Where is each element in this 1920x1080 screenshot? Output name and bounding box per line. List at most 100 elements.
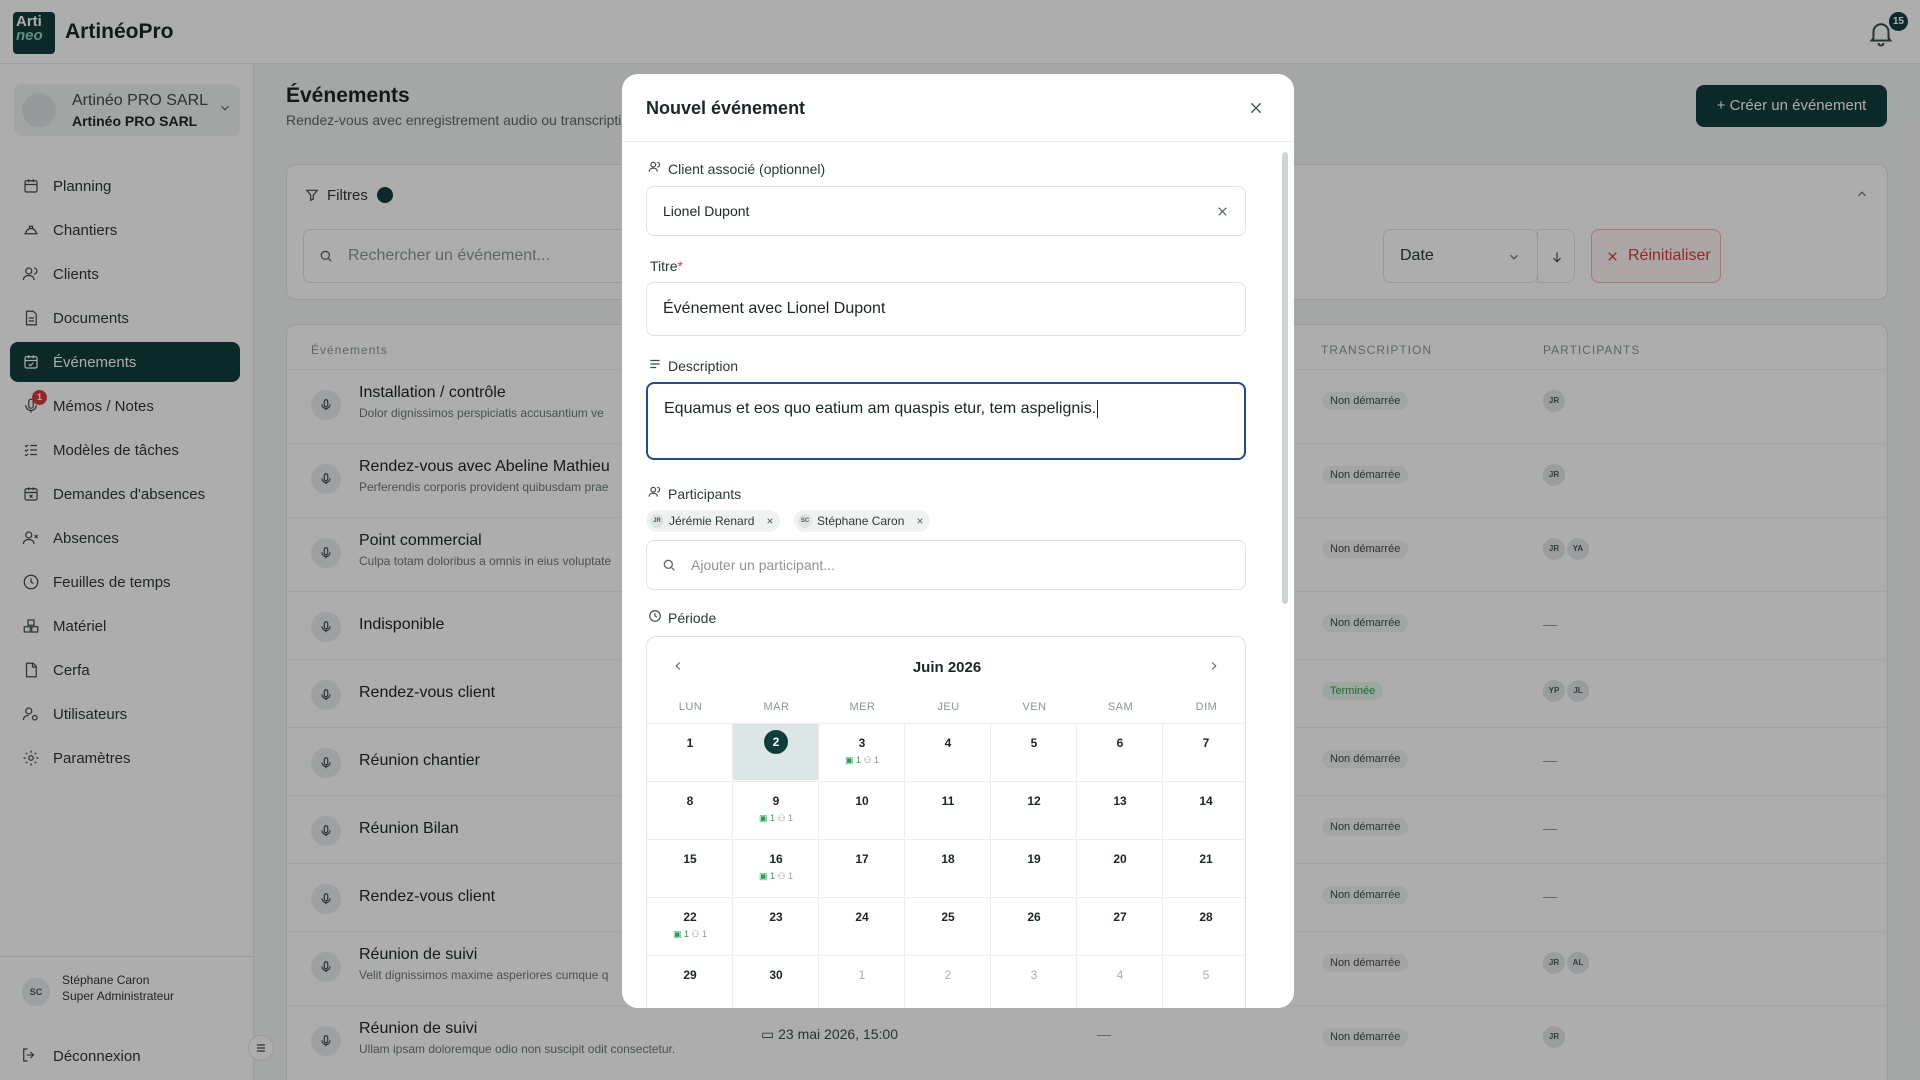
description-text: Equamus et eos quo eatium am quaspis etu… xyxy=(664,400,1097,418)
calendar-event-icon: ▣ xyxy=(758,871,770,881)
users-icon: ⚇ xyxy=(688,929,703,939)
calendar-day[interactable]: 11 xyxy=(905,781,991,838)
period-calendar: Juin 2026 LUN MAR MER JEU VEN SAM DIM 1 2 3 ▣ 1 ⚇… xyxy=(646,636,1246,1008)
new-event-modal: Nouvel événement Client associé (optionn… xyxy=(622,74,1294,1008)
day-number: 14 xyxy=(1199,794,1213,808)
close-icon[interactable] xyxy=(1248,100,1264,116)
users-icon xyxy=(648,486,661,497)
calendar-day[interactable]: 24 xyxy=(819,897,905,954)
description-textarea[interactable]: Equamus et eos quo eatium am quaspis etu… xyxy=(646,382,1246,460)
calendar-day[interactable]: 9 ▣ 1 ⚇ 1 xyxy=(733,781,819,838)
calendar-day[interactable]: 12 xyxy=(991,781,1077,838)
day-number: 10 xyxy=(855,794,869,808)
day-number: 8 xyxy=(686,794,694,808)
calendar-day[interactable]: 7 xyxy=(1163,723,1245,780)
participant-placeholder: Ajouter un participant... xyxy=(691,557,835,573)
client-select[interactable]: Lionel Dupont xyxy=(646,186,1246,236)
calendar-day[interactable]: 15 xyxy=(647,839,733,896)
modal-title: Nouvel événement xyxy=(646,98,806,118)
text-caret xyxy=(1097,400,1099,418)
calendar-day[interactable]: 23 xyxy=(733,897,819,954)
calendar-day[interactable]: 22 ▣ 1 ⚇ 1 xyxy=(647,897,733,954)
calendar-day[interactable]: 18 xyxy=(905,839,991,896)
modal-scrollbar[interactable] xyxy=(1282,152,1288,604)
day-number: 1 xyxy=(686,736,694,750)
day-number: 16 xyxy=(769,852,783,866)
day-number: 3 xyxy=(858,736,866,750)
calendar-day[interactable]: 17 xyxy=(819,839,905,896)
calendar-event-icon: ▣ xyxy=(758,813,770,823)
calendar-day[interactable]: 28 xyxy=(1163,897,1245,954)
calendar-day[interactable]: 29 xyxy=(647,955,733,1008)
day-number: 6 xyxy=(1116,736,1124,750)
users-icon xyxy=(648,161,661,172)
participant-count: 1 xyxy=(702,929,708,939)
weekday-label: DIM xyxy=(1195,701,1218,713)
align-left-icon xyxy=(650,359,660,369)
calendar-day[interactable]: 25 xyxy=(905,897,991,954)
title-label: Titre* xyxy=(650,258,683,274)
participant-name: Stéphane Caron xyxy=(817,514,905,528)
day-number: 18 xyxy=(941,852,955,866)
day-number: 17 xyxy=(855,852,869,866)
calendar-day[interactable]: 3 ▣ 1 ⚇ 1 xyxy=(819,723,905,780)
participant-search-input[interactable]: Ajouter un participant... xyxy=(646,540,1246,590)
day-number: 1 xyxy=(858,968,866,982)
day-number: 12 xyxy=(1027,794,1041,808)
remove-icon[interactable] xyxy=(916,517,924,525)
participant-count: 1 xyxy=(874,755,880,765)
calendar-day[interactable]: 21 xyxy=(1163,839,1245,896)
calendar-day[interactable]: 16 ▣ 1 ⚇ 1 xyxy=(733,839,819,896)
day-number: 26 xyxy=(1027,910,1041,924)
participants-label: Participants xyxy=(668,486,742,502)
participant-name: Jérémie Renard xyxy=(669,514,755,528)
modal-header: Nouvel événement xyxy=(622,74,1294,142)
calendar-day[interactable]: 2 xyxy=(733,723,819,780)
calendar-day[interactable]: 1 xyxy=(819,955,905,1008)
calendar-day[interactable]: 30 xyxy=(733,955,819,1008)
chevron-right-icon[interactable] xyxy=(1207,659,1221,673)
calendar-day[interactable]: 3 xyxy=(991,955,1077,1008)
day-number: 11 xyxy=(941,794,955,808)
calendar-day[interactable]: 5 xyxy=(1163,955,1245,1008)
day-event-markers: ▣ 1 ⚇ 1 xyxy=(733,871,819,882)
calendar-day[interactable]: 4 xyxy=(1077,955,1163,1008)
users-icon: ⚇ xyxy=(860,755,875,765)
calendar-day[interactable]: 26 xyxy=(991,897,1077,954)
weekday-label: VEN xyxy=(1022,701,1047,713)
day-number: 15 xyxy=(683,852,697,866)
calendar-day[interactable]: 6 xyxy=(1077,723,1163,780)
day-number: 19 xyxy=(1027,852,1041,866)
day-event-markers: ▣ 1 ⚇ 1 xyxy=(819,755,905,766)
calendar-day[interactable]: 27 xyxy=(1077,897,1163,954)
client-label: Client associé (optionnel) xyxy=(668,161,826,177)
weekday-label: MER xyxy=(849,701,876,713)
calendar-day[interactable]: 19 xyxy=(991,839,1077,896)
clear-icon[interactable] xyxy=(1216,205,1229,218)
day-number: 28 xyxy=(1199,910,1213,924)
calendar-day[interactable]: 20 xyxy=(1077,839,1163,896)
calendar-day[interactable]: 13 xyxy=(1077,781,1163,838)
title-label-text: Titre xyxy=(650,258,678,274)
day-number: 5 xyxy=(1202,968,1210,982)
weekday-label: SAM xyxy=(1107,701,1134,713)
day-number: 25 xyxy=(941,910,955,924)
calendar-day[interactable]: 10 xyxy=(819,781,905,838)
day-number: 3 xyxy=(1030,968,1038,982)
remove-icon[interactable] xyxy=(766,517,774,525)
description-value: Equamus et eos quo eatium am quaspis etu… xyxy=(664,400,1099,418)
day-number: 13 xyxy=(1113,794,1127,808)
calendar-day[interactable]: 8 xyxy=(647,781,733,838)
users-icon: ⚇ xyxy=(774,871,789,881)
day-number: 29 xyxy=(683,968,697,982)
day-number: 23 xyxy=(769,910,783,924)
calendar-day[interactable]: 2 xyxy=(905,955,991,1008)
participant-count: 1 xyxy=(788,871,794,881)
calendar-day[interactable]: 14 xyxy=(1163,781,1245,838)
calendar-day[interactable]: 4 xyxy=(905,723,991,780)
day-number: 4 xyxy=(1116,968,1124,982)
day-number: 4 xyxy=(944,736,952,750)
calendar-day[interactable]: 5 xyxy=(991,723,1077,780)
calendar-day[interactable]: 1 xyxy=(647,723,733,780)
title-input[interactable]: Événement avec Lionel Dupont xyxy=(646,282,1246,336)
